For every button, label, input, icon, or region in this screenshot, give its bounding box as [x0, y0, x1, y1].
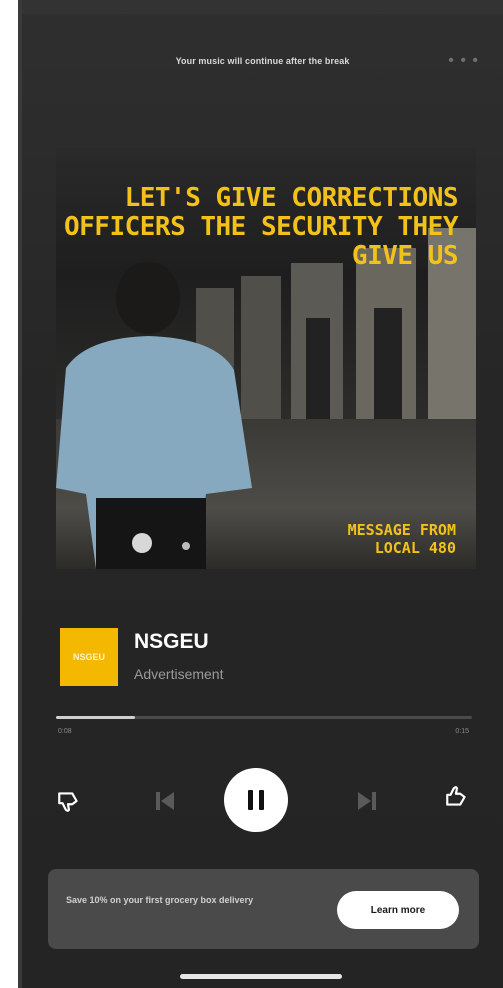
player-screen: Your music will continue after the break… — [18, 0, 503, 988]
home-indicator[interactable] — [180, 974, 342, 979]
skip-next-icon[interactable] — [352, 786, 382, 816]
officer-figure — [56, 262, 252, 569]
promo-banner: Save 10% on your first grocery box deliv… — [48, 869, 479, 949]
track-title[interactable]: NSGEU — [134, 630, 209, 654]
ad-sponsor-note: MESSAGE FROM LOCAL 480 — [348, 521, 456, 557]
ad-headline: LET'S GIVE CORRECTIONS OFFICERS THE SECU… — [64, 183, 459, 271]
sponsor-note-line2: LOCAL 480 — [374, 539, 456, 557]
more-dots-icon[interactable]: • • • — [448, 52, 479, 70]
learn-more-button[interactable]: Learn more — [337, 891, 459, 929]
sponsor-note-line1: MESSAGE FROM — [347, 521, 456, 539]
pause-icon[interactable] — [224, 768, 288, 832]
thumbs-up-icon[interactable] — [442, 782, 472, 812]
elapsed-time: 0:08 — [58, 728, 72, 735]
top-bar: Your music will continue after the break… — [22, 52, 503, 76]
ad-artwork[interactable]: LET'S GIVE CORRECTIONS OFFICERS THE SECU… — [56, 148, 476, 569]
progress-fill — [56, 716, 136, 719]
promo-text: Save 10% on your first grocery box deliv… — [66, 895, 254, 905]
track-info: NSGEU NSGEU Advertisement — [60, 626, 460, 690]
cell-opening — [306, 318, 330, 428]
total-time: 0:15 — [455, 728, 469, 735]
progress-bar[interactable] — [56, 716, 472, 719]
playback-controls — [22, 768, 503, 832]
status-area — [22, 0, 503, 14]
advertiser-logo[interactable]: NSGEU — [60, 628, 118, 686]
break-message: Your music will continue after the break — [175, 56, 350, 66]
skip-previous-icon[interactable] — [150, 786, 180, 816]
track-subtitle: Advertisement — [134, 666, 224, 682]
thumbs-down-icon[interactable] — [54, 786, 84, 816]
